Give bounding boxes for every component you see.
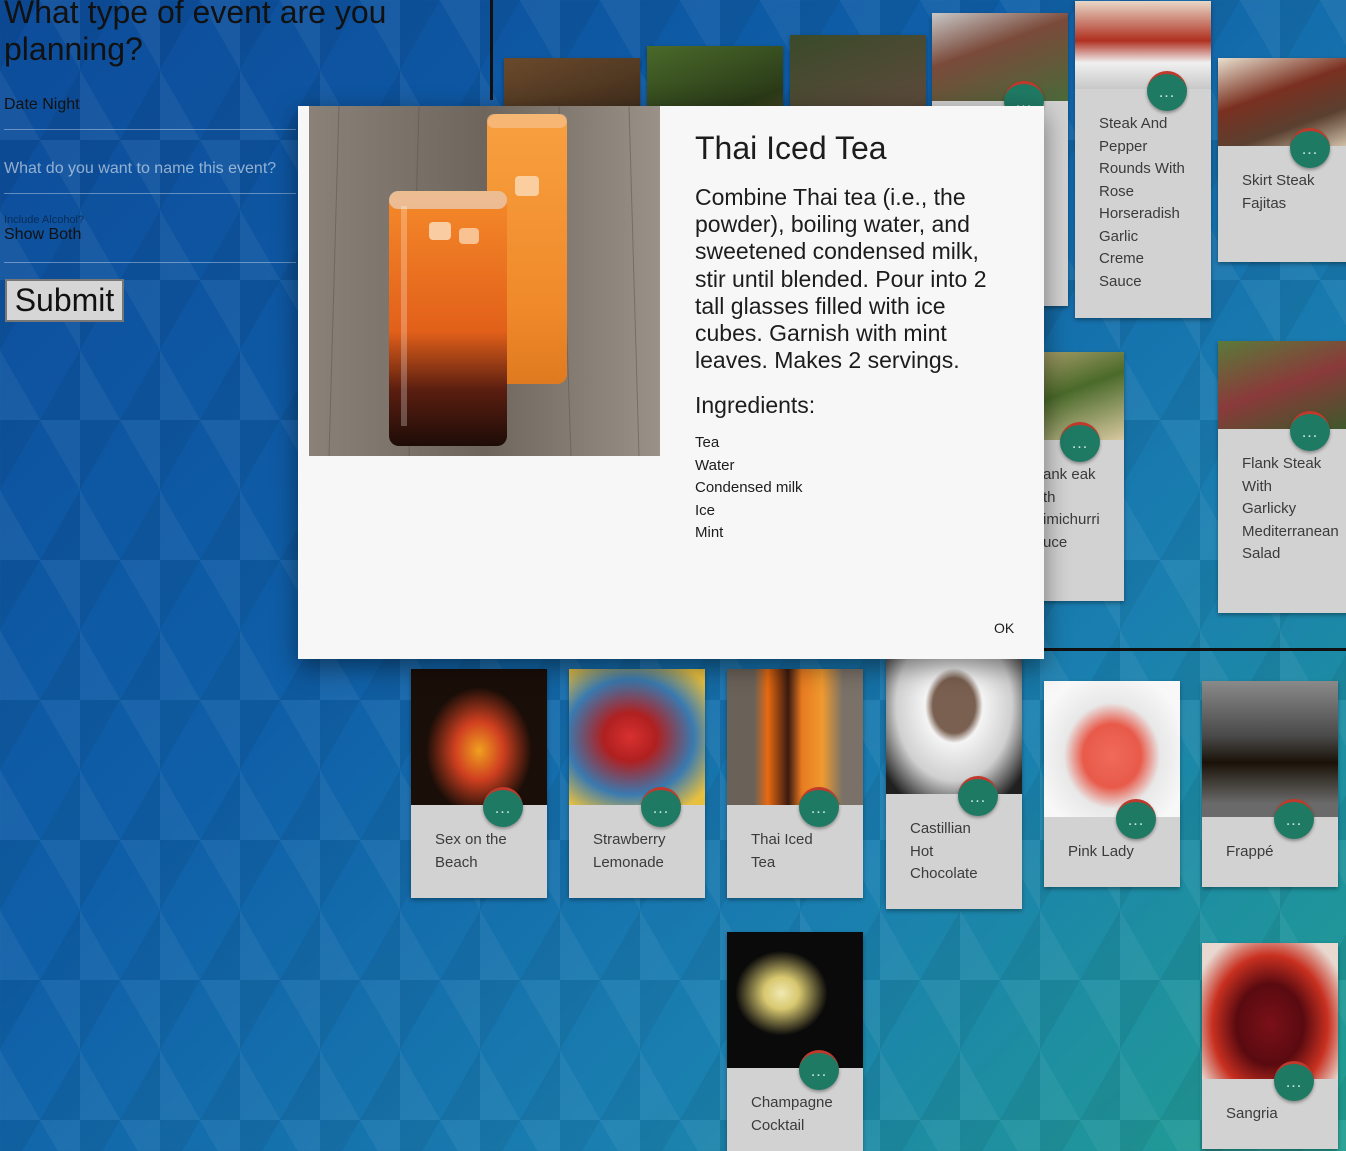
event-name-placeholder: What do you want to name this event? xyxy=(4,160,277,177)
drink-image xyxy=(886,658,1022,794)
drink-card-title: Pink Lady xyxy=(1068,843,1134,860)
more-options-button[interactable]: ... xyxy=(1147,71,1187,111)
food-card[interactable]: ... Skirt Steak Fajitas xyxy=(1218,58,1346,262)
form-heading: What type of event are you planning? xyxy=(4,0,387,67)
food-image xyxy=(932,13,1068,101)
drink-card[interactable]: ... Strawberry Lemonade xyxy=(569,669,705,898)
ingredients-heading: Ingredients: xyxy=(695,392,816,418)
drink-image xyxy=(727,669,863,805)
alcohol-value: Show Both xyxy=(4,226,82,243)
ingredient-item: Water xyxy=(695,456,735,474)
drink-card-title: Sangria xyxy=(1226,1105,1278,1122)
drink-card[interactable]: ... Thai Iced Tea xyxy=(727,669,863,898)
more-options-button[interactable]: ... xyxy=(641,787,681,827)
drink-image xyxy=(569,669,705,805)
more-options-button[interactable]: ... xyxy=(799,1050,839,1090)
alcohol-select[interactable]: Include Alcohol? Show Both xyxy=(4,214,296,263)
food-image xyxy=(1218,341,1346,429)
horizontal-divider xyxy=(1030,648,1346,651)
more-options-button[interactable]: ... xyxy=(1290,411,1330,451)
more-options-button[interactable]: ... xyxy=(1274,1061,1314,1101)
ok-button[interactable]: OK xyxy=(994,620,1014,636)
more-options-button[interactable]: ... xyxy=(1060,422,1100,462)
drink-card[interactable]: ... Champagne Cocktail xyxy=(727,932,863,1151)
drink-image xyxy=(727,932,863,1068)
drink-card[interactable]: ... Sangria xyxy=(1202,943,1338,1149)
more-options-button[interactable]: ... xyxy=(1116,799,1156,839)
drink-card[interactable]: ... Frappé xyxy=(1202,681,1338,887)
drink-card-title: Champagne Cocktail xyxy=(751,1094,833,1134)
food-card-title: Steak And Pepper Rounds With Rose Horser… xyxy=(1099,115,1185,290)
food-image xyxy=(1075,1,1211,89)
food-card-title: Flank Steak With Garlicky Mediterranean … xyxy=(1242,455,1339,562)
ingredients-list: Tea Water Condensed milk Ice Mint xyxy=(695,432,803,545)
food-card[interactable]: ... Steak And Pepper Rounds With Rose Ho… xyxy=(1075,1,1211,318)
recipe-modal: Thai Iced Tea Combine Thai tea (i.e., th… xyxy=(298,106,1044,659)
event-type-select[interactable]: Date Night xyxy=(4,96,296,130)
event-name-input[interactable]: What do you want to name this event? xyxy=(4,160,296,194)
recipe-title: Thai Iced Tea xyxy=(695,130,887,166)
drink-card-title: Frappé xyxy=(1226,843,1274,860)
recipe-image xyxy=(309,106,660,456)
drink-card-title: Strawberry Lemonade xyxy=(593,831,666,871)
more-options-button[interactable]: ... xyxy=(799,787,839,827)
more-options-button[interactable]: ... xyxy=(1290,128,1330,168)
drink-card-title: Sex on the Beach xyxy=(435,831,507,871)
ingredient-item: Mint xyxy=(695,524,724,541)
drink-card-title: Castillian Hot Chocolate xyxy=(910,820,978,882)
drink-image xyxy=(411,669,547,805)
drink-image xyxy=(1202,943,1338,1079)
drink-card[interactable]: ... Sex on the Beach xyxy=(411,669,547,898)
food-card[interactable]: ... Flank Steak With Garlicky Mediterran… xyxy=(1218,341,1346,613)
more-options-button[interactable]: ... xyxy=(958,776,998,816)
drink-card-title: Thai Iced Tea xyxy=(751,831,813,871)
event-type-value: Date Night xyxy=(4,96,80,113)
drink-card[interactable]: ... Pink Lady xyxy=(1044,681,1180,887)
ingredient-item: Condensed milk xyxy=(695,479,803,496)
recipe-description: Combine Thai tea (i.e., the powder), boi… xyxy=(695,184,987,374)
submit-button[interactable]: Submit xyxy=(5,279,124,322)
ingredient-item: Ice xyxy=(695,501,716,519)
drink-image xyxy=(1202,681,1338,817)
vertical-divider xyxy=(490,0,493,100)
alcohol-label: Include Alcohol? xyxy=(4,214,85,226)
food-image xyxy=(1218,58,1346,146)
drink-image xyxy=(1044,681,1180,817)
ingredient-item: Tea xyxy=(695,434,720,451)
more-options-button[interactable]: ... xyxy=(1274,799,1314,839)
drink-card[interactable]: ... Castillian Hot Chocolate xyxy=(886,658,1022,909)
more-options-button[interactable]: ... xyxy=(483,787,523,827)
